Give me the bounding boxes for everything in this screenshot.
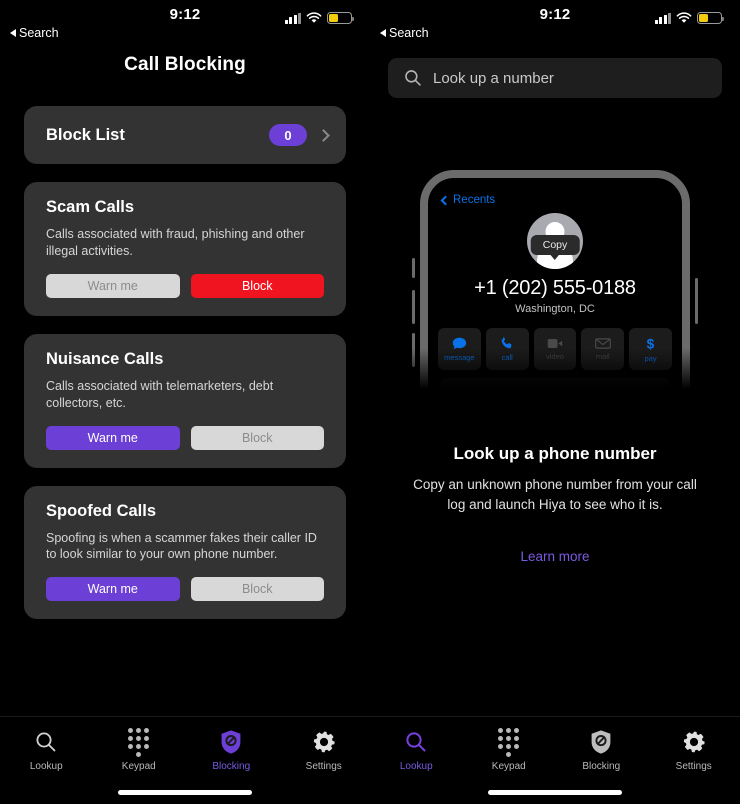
block-list-row[interactable]: Block List 0 [24, 106, 346, 164]
block-list-label: Block List [46, 125, 125, 144]
tab-blocking[interactable]: Blocking [555, 729, 648, 772]
back-label: Search [389, 26, 429, 40]
tab-label: Lookup [29, 761, 63, 772]
tab-label: Keypad [491, 761, 526, 772]
learn-more-link[interactable]: Learn more [370, 549, 740, 564]
empty-state-description: Copy an unknown phone number from your c… [413, 477, 697, 512]
search-icon [405, 70, 421, 86]
tab-blocking[interactable]: Blocking [185, 729, 278, 772]
tab-label: Lookup [399, 761, 433, 772]
category-title: Scam Calls [46, 198, 135, 216]
tab-keypad[interactable]: Keypad [463, 727, 556, 772]
block-button-scam[interactable]: Block [190, 273, 324, 298]
call-blocking-screen: 9:12 Search Call Blocking Block List 0 S… [0, 0, 370, 804]
tab-settings[interactable]: Settings [278, 729, 371, 772]
tab-bar-right: Lookup Keypad Blocking Settings [370, 716, 740, 804]
phone-mockup-illustration: Recents Copy +1 (202) 555-0188 Washingto… [410, 170, 700, 400]
tab-label: Settings [675, 761, 712, 772]
status-bar-right: 9:12 Search [370, 0, 740, 46]
category-card-nuisance-calls: Nuisance Calls Calls associated with tel… [24, 333, 346, 468]
block-button-nuisance[interactable]: Block [190, 425, 324, 450]
phone-number: +1 (202) 555-0188 [474, 277, 636, 299]
wifi-icon [306, 12, 322, 23]
recents-back-link: Recents [428, 178, 682, 206]
cellular-bars-icon [284, 12, 301, 24]
gear-icon [312, 729, 336, 755]
video-camera-icon [547, 338, 563, 348]
chevron-right-icon [317, 128, 330, 142]
home-indicator[interactable] [118, 790, 252, 795]
category-card-spoofed-calls: Spoofed Calls Spoofing is when a scammer… [24, 485, 346, 620]
status-indicators [654, 12, 725, 24]
tab-label: Blocking [212, 761, 251, 772]
warn-me-button-nuisance[interactable]: Warn me [46, 425, 180, 450]
search-placeholder: Look up a number [433, 69, 554, 87]
cellular-bars-icon [654, 12, 671, 24]
page-title: Call Blocking [124, 54, 246, 75]
avatar: Copy [527, 213, 583, 269]
gear-icon [682, 729, 706, 755]
dual-screenshot-container: 9:12 Search Call Blocking Block List 0 S… [0, 0, 740, 804]
block-button-spoofed[interactable]: Block [190, 577, 324, 602]
category-options: Warn me Block [46, 273, 324, 298]
category-title: Spoofed Calls [46, 501, 157, 520]
category-card-scam-calls: Scam Calls Calls associated with fraud, … [24, 182, 346, 316]
lookup-screen: 9:12 Search Look up a number Recents Cop… [370, 0, 740, 804]
search-icon [35, 729, 57, 755]
tab-keypad[interactable]: Keypad [93, 727, 186, 772]
category-description: Calls associated with fraud, phishing an… [46, 227, 305, 258]
phone-fade-overlay [410, 348, 700, 400]
category-options: Warn me Block [46, 425, 324, 450]
back-label: Search [19, 26, 59, 40]
search-field[interactable]: Look up a number [388, 58, 722, 98]
block-list-right: 0 [269, 124, 330, 146]
keypad-icon [498, 727, 520, 757]
envelope-icon [594, 337, 611, 349]
warn-me-button-scam[interactable]: Warn me [46, 273, 180, 298]
category-title: Nuisance Calls [46, 349, 164, 368]
category-options: Warn me Block [46, 577, 324, 602]
status-indicators [284, 12, 355, 24]
copy-tooltip: Copy [530, 235, 580, 260]
battery-low-power-icon [327, 12, 355, 24]
recents-label: Recents [453, 194, 496, 206]
back-triangle-icon [10, 29, 16, 37]
category-description: Calls associated with telemarketers, deb… [46, 378, 274, 410]
tab-label: Keypad [121, 761, 156, 772]
home-indicator[interactable] [488, 790, 622, 795]
tab-lookup[interactable]: Lookup [370, 729, 463, 772]
tab-label: Blocking [582, 761, 621, 772]
tab-label: Settings [305, 761, 342, 772]
phone-mute-switch [412, 258, 415, 278]
tab-lookup[interactable]: Lookup [0, 729, 93, 772]
phone-power-button [695, 278, 698, 324]
back-to-search-link[interactable]: Search [10, 26, 59, 40]
category-description: Spoofing is when a scammer fakes their c… [46, 530, 317, 562]
keypad-icon [128, 727, 150, 757]
shield-block-icon [219, 729, 243, 755]
warn-me-button-spoofed[interactable]: Warn me [46, 577, 180, 602]
phone-volume-up [412, 290, 415, 324]
tab-bar-left: Lookup Keypad Blocking Settings [0, 716, 370, 804]
empty-state-title: Look up a phone number [453, 444, 657, 463]
shield-block-icon [589, 729, 613, 755]
wifi-icon [676, 12, 692, 23]
back-triangle-icon [380, 29, 386, 37]
phone-location: Washington, DC [515, 303, 595, 315]
block-list-count-badge: 0 [269, 124, 307, 146]
chevron-left-icon [440, 195, 451, 205]
battery-low-power-icon [697, 12, 725, 24]
tab-settings[interactable]: Settings [648, 729, 740, 772]
back-to-search-link[interactable]: Search [380, 26, 429, 40]
search-icon [405, 729, 427, 755]
status-bar-left: 9:12 Search [0, 0, 370, 46]
